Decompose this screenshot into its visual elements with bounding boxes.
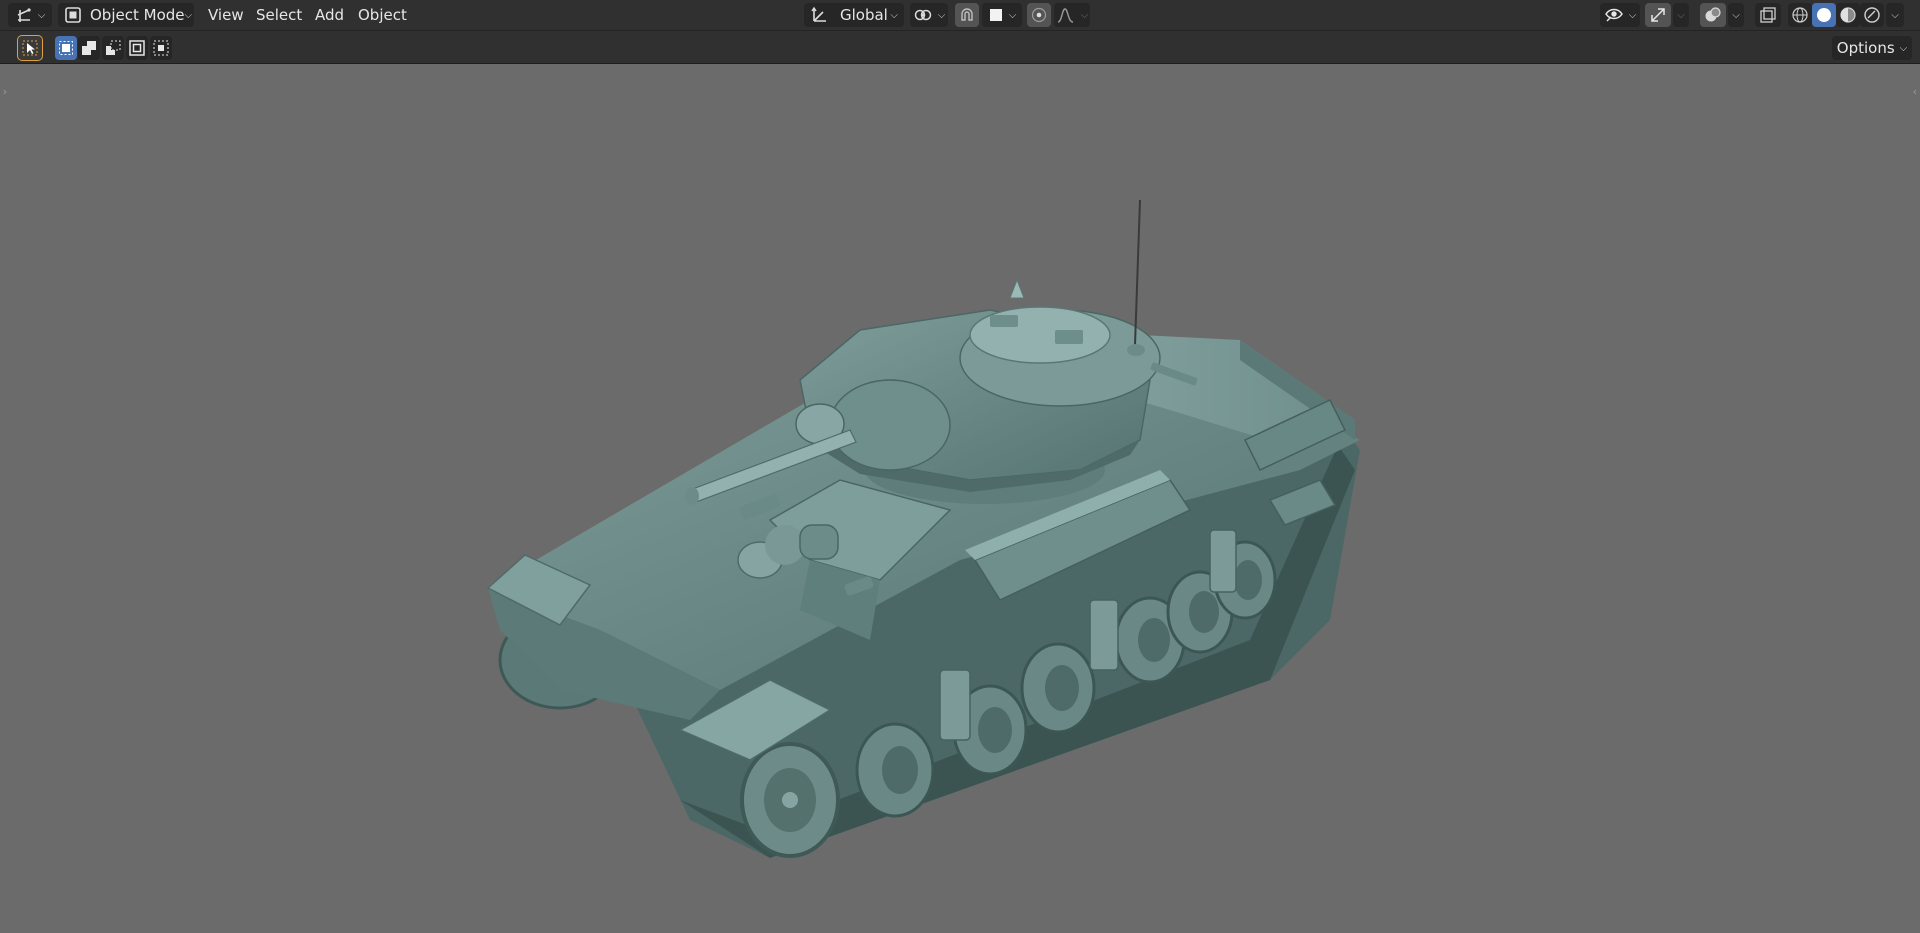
chevron-down-icon: ⌵	[37, 9, 46, 21]
overlays-toggle[interactable]	[1700, 3, 1726, 27]
select-tool-button[interactable]	[17, 35, 43, 61]
chevron-down-icon: ⌵	[184, 9, 193, 21]
eye-icon	[1604, 6, 1624, 24]
options-label: Options	[1836, 39, 1895, 57]
menu-view[interactable]: View	[204, 3, 248, 28]
select-mode-intersect-button[interactable]	[150, 36, 172, 60]
proportional-falloff-dropdown[interactable]: ⌵	[1054, 3, 1090, 27]
wireframe-shading-icon	[1791, 6, 1809, 24]
rendered-shading-icon	[1863, 6, 1881, 24]
transform-axes-icon	[15, 6, 33, 24]
shading-rendered-button[interactable]	[1860, 3, 1884, 27]
3d-viewport[interactable]: › ‹	[0, 64, 1920, 933]
pivot-point-icon	[913, 5, 933, 25]
mode-label: Object Mode	[90, 6, 185, 24]
magnet-icon	[958, 6, 976, 24]
viewport-header: ⌵ Object Mode ⌵ View Select Add Object G…	[0, 0, 1920, 31]
shading-wireframe-button[interactable]	[1788, 3, 1812, 27]
menu-add[interactable]: Add	[311, 3, 348, 28]
chevron-down-icon: ⌵	[1677, 9, 1685, 21]
select-intersect-icon	[153, 40, 169, 56]
overlays-dropdown[interactable]: ⌵	[1728, 3, 1744, 27]
proportional-edit-toggle[interactable]	[1027, 3, 1051, 27]
solid-shading-icon	[1815, 6, 1833, 24]
antenna	[1134, 199, 1141, 346]
material-shading-icon	[1839, 6, 1857, 24]
gizmo-icon	[1649, 6, 1667, 24]
snap-target-dropdown[interactable]: ⌵	[982, 3, 1022, 27]
chevron-down-icon: ⌵	[1008, 9, 1017, 21]
chevron-down-icon: ⌵	[890, 9, 898, 21]
select-new-icon	[58, 40, 74, 56]
proportional-edit-icon	[1030, 6, 1048, 24]
snap-toggle[interactable]	[955, 3, 979, 27]
chevron-down-icon: ⌵	[1891, 9, 1899, 21]
gizmo-dropdown[interactable]: ⌵	[1673, 3, 1689, 27]
shading-solid-button[interactable]	[1812, 3, 1836, 27]
select-subtract-icon	[105, 40, 121, 56]
chevron-down-icon: ⌵	[1899, 42, 1908, 54]
visibility-dropdown[interactable]: ⌵	[1600, 3, 1640, 27]
pivot-point-dropdown[interactable]: ⌵	[910, 3, 948, 27]
select-mode-subtract-button[interactable]	[102, 36, 124, 60]
select-mode-extend-button[interactable]	[78, 36, 100, 60]
transform-orientation-dropdown[interactable]: Global ⌵	[804, 3, 904, 27]
select-cursor-icon	[22, 40, 38, 56]
overlays-icon	[1704, 6, 1722, 24]
editor-type-button[interactable]: ⌵	[8, 3, 52, 27]
chevron-down-icon: ⌵	[937, 9, 946, 21]
menu-select[interactable]: Select	[252, 3, 306, 28]
transform-orientation-icon	[810, 5, 830, 25]
snap-increment-icon	[988, 7, 1004, 23]
shading-material-button[interactable]	[1836, 3, 1860, 27]
orientation-label: Global	[840, 6, 888, 24]
select-mode-invert-button[interactable]	[126, 36, 148, 60]
object-mode-icon	[64, 6, 82, 24]
shading-options-dropdown[interactable]: ⌵	[1886, 3, 1904, 27]
tool-settings-bar: Options ⌵	[0, 31, 1920, 64]
chevron-down-icon: ⌵	[1080, 9, 1089, 21]
xray-icon	[1759, 6, 1777, 24]
gizmo-toggle[interactable]	[1645, 3, 1671, 27]
drive-sprocket	[740, 742, 840, 858]
options-dropdown[interactable]: Options ⌵	[1832, 36, 1912, 60]
chevron-down-icon: ⌵	[1732, 9, 1740, 21]
falloff-curve-icon	[1056, 6, 1076, 24]
mode-dropdown[interactable]: Object Mode ⌵	[58, 3, 194, 27]
chevron-down-icon: ⌵	[1628, 9, 1637, 21]
menu-object[interactable]: Object	[354, 3, 411, 28]
select-extend-icon	[81, 40, 97, 56]
select-invert-icon	[129, 40, 145, 56]
select-mode-new-button[interactable]	[55, 36, 77, 60]
tank-model[interactable]	[0, 64, 1920, 933]
xray-toggle[interactable]	[1755, 3, 1781, 27]
